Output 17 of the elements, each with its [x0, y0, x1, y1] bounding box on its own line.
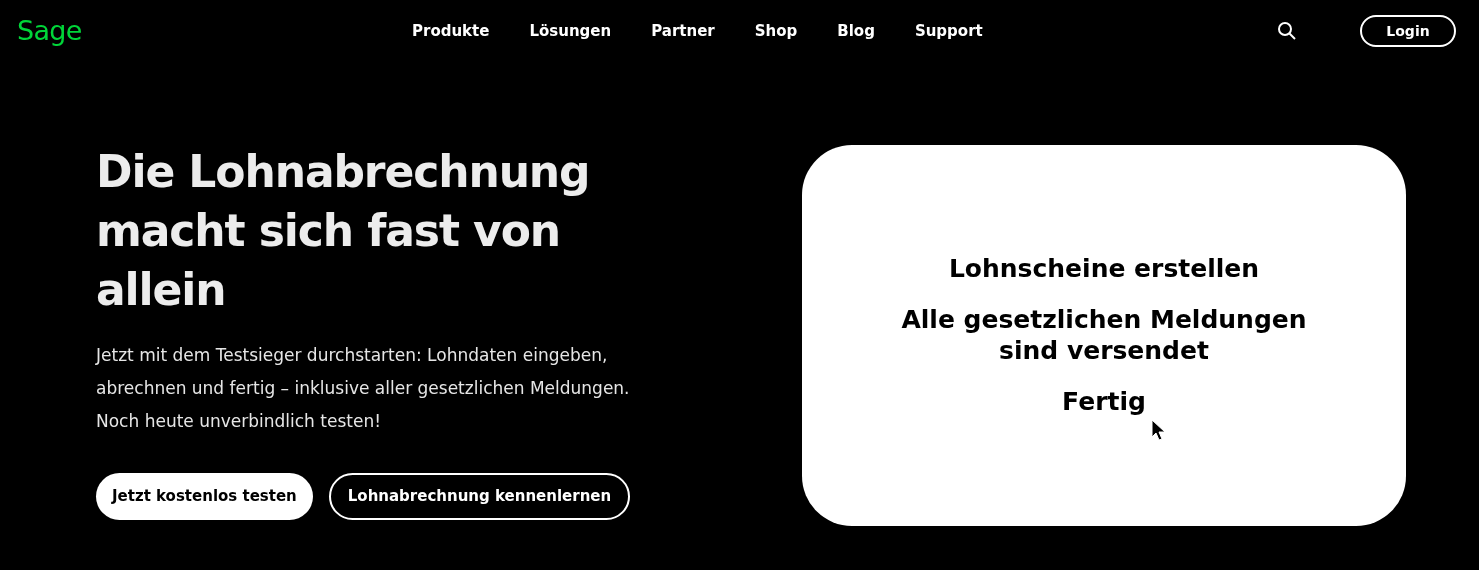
- logo[interactable]: Sage: [17, 10, 397, 52]
- search-icon[interactable]: [1277, 21, 1297, 41]
- card-text: Alle gesetzlichen Meldungen sind versendet: [900, 304, 1308, 366]
- nav-link[interactable]: Blog: [837, 19, 875, 43]
- secondary-button[interactable]: Lohnabrechnung kennenlernen: [328, 473, 631, 520]
- nav-link[interactable]: Shop: [754, 19, 798, 43]
- card-text: Fertig: [1061, 386, 1147, 417]
- nav-link[interactable]: Support: [914, 19, 983, 43]
- login-button[interactable]: Login: [1360, 15, 1456, 47]
- pointer-icon: [1151, 419, 1167, 443]
- nav-link[interactable]: Partner: [651, 19, 715, 43]
- nav-link[interactable]: Produkte: [412, 19, 490, 43]
- card-text: Lohnscheine erstellen: [947, 253, 1261, 284]
- nav-link[interactable]: Lösungen: [529, 19, 612, 43]
- hero-heading: Die Lohnabrechnung macht sich fast von allein: [96, 145, 591, 317]
- hero-description: Jetzt mit dem Testsieger durchstarten: Lohndaten eingeben, abrechnen und fertig – inklusive aller gesetzlichen Meldungen. Noch heute unverbindlich testen!: [96, 344, 631, 433]
- primary-button[interactable]: Jetzt kostenlos testen: [96, 473, 313, 520]
